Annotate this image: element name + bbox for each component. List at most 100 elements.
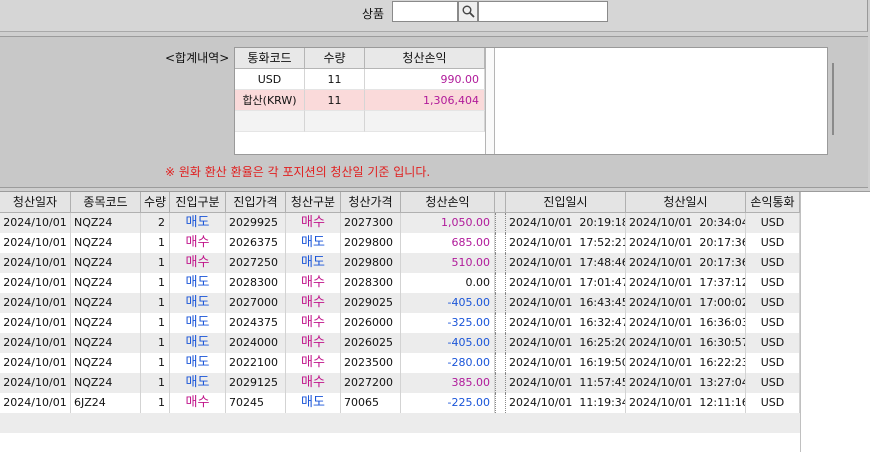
cell-currency: USD xyxy=(746,353,800,373)
cell-exit-price: 2029800 xyxy=(341,253,401,273)
cell-exit-side: 매도 xyxy=(286,393,341,413)
cell-entry-price: 2029925 xyxy=(226,213,286,233)
header-splitter[interactable] xyxy=(495,192,506,213)
table-row[interactable]: 2024/10/01 NQZ24 1 매도 2027000 매수 2029025 -405.0… xyxy=(0,293,800,313)
cell-close-date: 2024/10/01 xyxy=(0,373,71,393)
cell-exit-side: 매수 xyxy=(286,353,341,373)
header-currency[interactable]: 손익통화 xyxy=(746,192,800,213)
cell-pnl: -225.00 xyxy=(401,393,495,413)
cell-pnl: 385.00 xyxy=(401,373,495,393)
cell-code: NQZ24 xyxy=(71,313,141,333)
cell-exit-time: 2024/10/01 20:17:36 xyxy=(626,253,746,273)
cell-qty: 1 xyxy=(141,253,170,273)
cell-splitter xyxy=(495,293,506,313)
cell-exit-side: 매도 xyxy=(286,253,341,273)
table-row[interactable]: 2024/10/01 NQZ24 1 매도 2022100 매수 2023500 -280.0… xyxy=(0,353,800,373)
cell-close-date: 2024/10/01 xyxy=(0,333,71,353)
summary-header-pnl[interactable]: 청산손익 xyxy=(365,48,485,69)
cell-exit-side: 매수 xyxy=(286,273,341,293)
cell-splitter xyxy=(495,393,506,413)
cell-entry-time: 2024/10/01 16:19:50 xyxy=(506,353,626,373)
exchange-rate-notice: ※ 원화 환산 환율은 각 포지션의 청산일 기준 입니다. xyxy=(165,165,431,179)
table-row[interactable]: 2024/10/01 6JZ24 1 매수 70245 매도 70065 -225.00 202… xyxy=(0,393,800,413)
summary-currency-krw: 합산(KRW) xyxy=(235,90,305,111)
search-icon xyxy=(462,5,475,18)
cell-close-date: 2024/10/01 xyxy=(0,313,71,333)
summary-empty-row xyxy=(365,111,485,132)
cell-splitter xyxy=(495,213,506,233)
summary-scrollbar[interactable] xyxy=(832,63,834,135)
table-row[interactable]: 2024/10/01 NQZ24 1 매수 2027250 매도 2029800 510.00… xyxy=(0,253,800,273)
search-button[interactable] xyxy=(458,1,478,22)
header-pnl[interactable]: 청산손익 xyxy=(401,192,495,213)
cell-entry-side: 매도 xyxy=(170,293,226,313)
summary-splitter[interactable] xyxy=(485,48,495,154)
cell-currency: USD xyxy=(746,333,800,353)
summary-empty-row xyxy=(305,111,365,132)
header-qty[interactable]: 수량 xyxy=(141,192,170,213)
table-row[interactable]: 2024/10/01 NQZ24 1 매도 2029125 매수 2027200 385.00… xyxy=(0,373,800,393)
cell-qty: 1 xyxy=(141,333,170,353)
header-close-date[interactable]: 청산일자 xyxy=(0,192,71,213)
cell-entry-time: 2024/10/01 16:43:45 xyxy=(506,293,626,313)
cell-currency: USD xyxy=(746,373,800,393)
cell-exit-side: 매수 xyxy=(286,333,341,353)
product-code-input[interactable] xyxy=(392,1,458,22)
cell-exit-price: 70065 xyxy=(341,393,401,413)
summary-pnl-krw: 1,306,404 xyxy=(365,90,485,111)
cell-exit-time: 2024/10/01 13:27:04 xyxy=(626,373,746,393)
cell-close-date: 2024/10/01 xyxy=(0,213,71,233)
cell-currency: USD xyxy=(746,213,800,233)
cell-entry-price: 2022100 xyxy=(226,353,286,373)
table-row[interactable]: 2024/10/01 NQZ24 1 매도 2024000 매수 2026025 -405.0… xyxy=(0,333,800,353)
cell-exit-time: 2024/10/01 20:17:36 xyxy=(626,233,746,253)
header-exit-time[interactable]: 청산일시 xyxy=(626,192,746,213)
table-row[interactable]: 2024/10/01 NQZ24 1 매도 2024375 매수 2026000 -325.0… xyxy=(0,313,800,333)
cell-entry-side: 매도 xyxy=(170,213,226,233)
cell-exit-price: 2027300 xyxy=(341,213,401,233)
grid-empty-area xyxy=(800,192,870,452)
cell-entry-side: 매도 xyxy=(170,273,226,293)
cell-splitter xyxy=(495,313,506,333)
header-entry-side[interactable]: 진입구분 xyxy=(170,192,226,213)
cell-exit-side: 매수 xyxy=(286,373,341,393)
table-row[interactable]: 2024/10/01 NQZ24 2 매도 2029925 매수 2027300 1,050.… xyxy=(0,213,800,233)
summary-header-qty[interactable]: 수량 xyxy=(305,48,365,69)
cell-entry-price: 70245 xyxy=(226,393,286,413)
cell-exit-side: 매수 xyxy=(286,313,341,333)
product-name-field[interactable] xyxy=(478,1,608,22)
table-row[interactable]: 2024/10/01 NQZ24 1 매도 2028300 매수 2028300 0.00 20… xyxy=(0,273,800,293)
cell-currency: USD xyxy=(746,313,800,333)
cell-entry-price: 2029125 xyxy=(226,373,286,393)
cell-entry-time: 2024/10/01 20:19:18 xyxy=(506,213,626,233)
cell-code: NQZ24 xyxy=(71,233,141,253)
cell-pnl: -405.00 xyxy=(401,333,495,353)
cell-entry-price: 2024375 xyxy=(226,313,286,333)
cell-currency: USD xyxy=(746,293,800,313)
header-entry-time[interactable]: 진입일시 xyxy=(506,192,626,213)
cell-pnl: 1,050.00 xyxy=(401,213,495,233)
cell-currency: USD xyxy=(746,393,800,413)
summary-qty-krw: 11 xyxy=(305,90,365,111)
cell-entry-time: 2024/10/01 11:57:45 xyxy=(506,373,626,393)
cell-qty: 1 xyxy=(141,313,170,333)
cell-qty: 2 xyxy=(141,213,170,233)
cell-code: NQZ24 xyxy=(71,333,141,353)
cell-exit-price: 2029800 xyxy=(341,233,401,253)
header-code[interactable]: 종목코드 xyxy=(71,192,141,213)
cell-entry-side: 매수 xyxy=(170,233,226,253)
table-row[interactable]: 2024/10/01 NQZ24 1 매수 2026375 매도 2029800 685.00… xyxy=(0,233,800,253)
cell-close-date: 2024/10/01 xyxy=(0,233,71,253)
cell-exit-side: 매수 xyxy=(286,213,341,233)
cell-entry-time: 2024/10/01 16:25:20 xyxy=(506,333,626,353)
empty-row xyxy=(0,433,800,452)
cell-code: NQZ24 xyxy=(71,373,141,393)
product-label: 상품 xyxy=(362,7,385,21)
empty-row xyxy=(0,413,800,433)
header-exit-side[interactable]: 청산구분 xyxy=(286,192,341,213)
cell-currency: USD xyxy=(746,233,800,253)
summary-header-currency[interactable]: 통화코드 xyxy=(235,48,305,69)
header-entry-price[interactable]: 진입가격 xyxy=(226,192,286,213)
header-exit-price[interactable]: 청산가격 xyxy=(341,192,401,213)
cell-exit-price: 2029025 xyxy=(341,293,401,313)
